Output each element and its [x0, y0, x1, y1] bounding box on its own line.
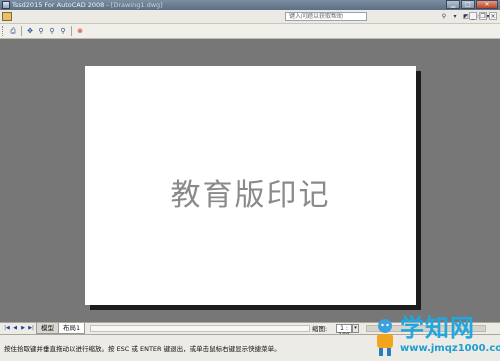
print-icon[interactable]: ⎙ [8, 26, 18, 36]
document-menu-icon[interactable] [2, 12, 12, 21]
help-search-input[interactable]: 键入问题以获取帮助 [285, 12, 367, 21]
minimize-button[interactable]: ▁ [446, 0, 460, 9]
tab-model[interactable]: 模型 [36, 323, 59, 334]
chevron-down-icon[interactable]: ▾ [352, 324, 359, 333]
search-icon[interactable]: ⚲ [440, 12, 448, 20]
document-minimize-button[interactable]: _ [469, 12, 477, 20]
horizontal-scrollbar[interactable] [90, 325, 310, 332]
app-icon[interactable] [2, 1, 10, 9]
preview-toolbar: ⎙ ✥ ⚲ ⚲ ⚲ ⊗ [0, 24, 500, 39]
document-window-controls: _ ❐ × [469, 12, 497, 20]
site-logo: 学知网 www.jmqz1000.com [370, 314, 500, 360]
window-controls: ▁ □ ✕ [446, 0, 498, 10]
scale-label: 缩图: [312, 325, 328, 333]
zoom-previous-icon[interactable]: ⚲ [58, 26, 68, 36]
window-title-app: Tssd2015 For AutoCAD 2008 - [12, 1, 111, 9]
close-button[interactable]: ✕ [476, 0, 498, 9]
window-title-document: [Drawing1.dwg] [110, 1, 163, 9]
status-prompt: 按住拾取键并垂直拖动以进行缩放。按 ESC 或 ENTER 键退出，或单击鼠标右… [4, 345, 281, 353]
previous-tab-icon[interactable]: ◀ [11, 324, 19, 333]
logo-name: 学知网 [400, 314, 475, 342]
zoom-realtime-icon[interactable]: ⚲ [36, 26, 46, 36]
last-tab-icon[interactable]: ▶| [27, 324, 35, 333]
toolbar-separator [21, 26, 22, 36]
menu-bar: 键入问题以获取帮助 ⚲ ▾ ◩ ☆ ▾ _ ❐ × [0, 10, 500, 24]
maximize-button[interactable]: □ [461, 0, 475, 9]
logo-mascot-icon [377, 319, 393, 356]
close-preview-icon[interactable]: ⊗ [75, 26, 85, 36]
drawing-area[interactable]: 教育版印记 [0, 39, 500, 322]
next-tab-icon[interactable]: ▶ [19, 324, 27, 333]
zoom-window-icon[interactable]: ⚲ [47, 26, 57, 36]
paper-sheet: 教育版印记 [85, 66, 416, 305]
toolbar-separator [71, 26, 72, 36]
logo-url: www.jmqz1000.com [400, 343, 500, 354]
toolbar-grip[interactable] [2, 26, 5, 36]
educational-watermark: 教育版印记 [170, 178, 331, 213]
pan-icon[interactable]: ✥ [25, 26, 35, 36]
document-close-button[interactable]: × [489, 12, 497, 20]
scale-select[interactable]: 1 : 100 [336, 324, 352, 339]
first-tab-icon[interactable]: |◀ [3, 324, 11, 333]
chevron-down-icon[interactable]: ▾ [451, 12, 459, 20]
document-restore-button[interactable]: ❐ [479, 12, 487, 20]
tab-layout1[interactable]: 布局1 [58, 323, 86, 334]
window-title: Tssd2015 For AutoCAD 2008 - [Drawing1.dw… [12, 0, 163, 10]
